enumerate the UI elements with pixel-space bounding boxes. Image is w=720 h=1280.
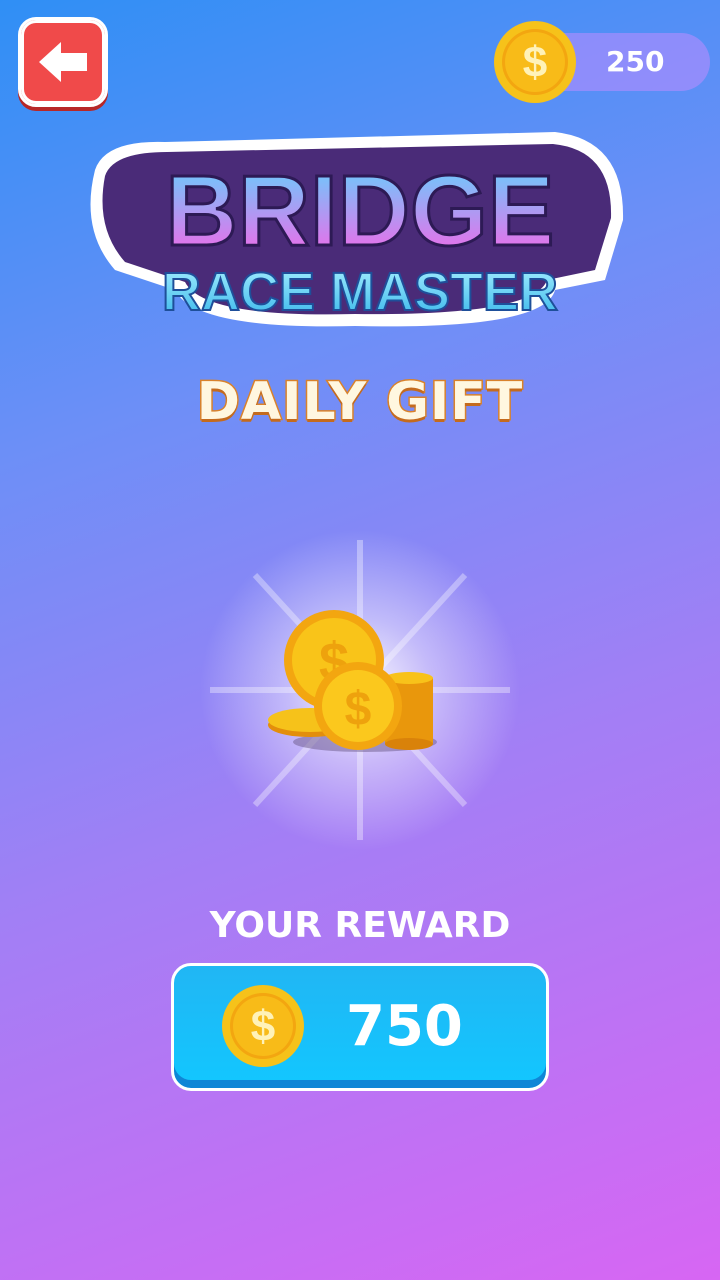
logo-line1: BRIDGE [166,155,555,267]
coin-icon: $ [222,985,304,1067]
arrow-left-icon [39,42,87,82]
coin-pile-icon: $ $ [200,530,520,850]
coin-balance: 250 [606,45,665,78]
svg-text:$: $ [345,683,372,736]
reward-label: YOUR REWARD [209,905,511,946]
coin-counter: $ 250 [494,21,710,103]
back-button[interactable] [18,17,108,107]
page-title: DAILY GIFT [195,371,524,434]
reward-amount-box[interactable]: $ 750 [171,963,549,1091]
reward-amount: 750 [346,994,463,1059]
game-logo: BRIDGE RACE MASTER [90,132,624,327]
svg-text:$: $ [523,38,547,87]
coin-icon: $ [494,21,576,103]
svg-text:$: $ [251,1002,275,1051]
logo-line2: RACE MASTER [162,262,558,322]
